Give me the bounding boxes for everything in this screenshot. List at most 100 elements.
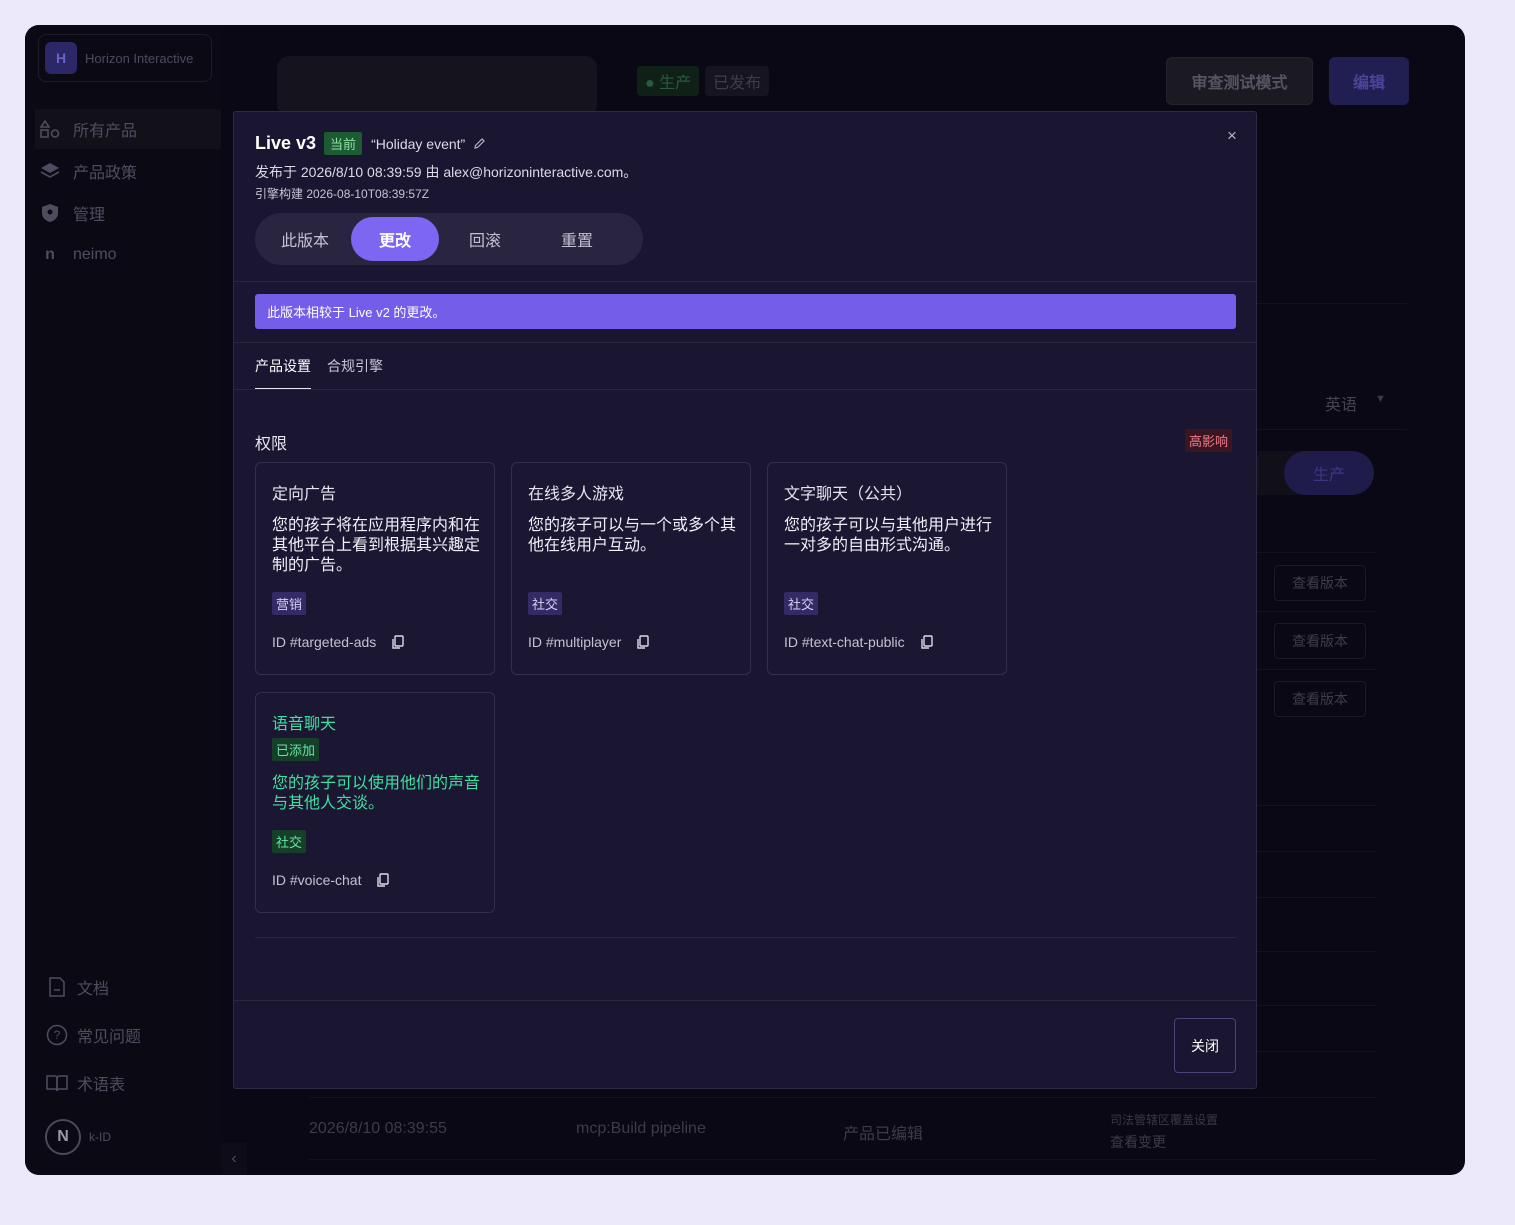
modal-footer: 关闭 bbox=[234, 1000, 1256, 1088]
history-row-actor: mcp:Build pipeline bbox=[576, 1120, 706, 1137]
n-icon: n bbox=[45, 246, 55, 263]
layers-icon bbox=[39, 160, 61, 182]
sidebar-faq-label: 常见问题 bbox=[77, 1029, 142, 1046]
permission-title: 文字聊天（公共） bbox=[784, 486, 913, 503]
chevron-down-icon: ▼ bbox=[1375, 393, 1386, 405]
copy-icon[interactable] bbox=[377, 873, 391, 887]
permission-description: 您的孩子将在应用程序内和在其他平台上看到根据其兴趣定制的广告。 bbox=[272, 517, 481, 574]
product-status-badges: ● 生产 已发布 bbox=[637, 66, 770, 96]
sidebar-item-neimo[interactable]: n neimo bbox=[35, 235, 221, 275]
collapse-sidebar-button[interactable]: ‹ bbox=[221, 1143, 247, 1175]
view-version-button[interactable]: 查看版本 bbox=[1274, 565, 1366, 601]
divider bbox=[1257, 303, 1407, 304]
permission-id-text: ID #multiplayer bbox=[528, 634, 622, 650]
view-changes-link[interactable]: 查看变更 bbox=[1110, 1131, 1218, 1153]
category-tag: 社交 bbox=[528, 592, 563, 615]
tab-reset[interactable]: 重置 bbox=[531, 217, 623, 261]
tab-changes[interactable]: 更改 bbox=[351, 217, 439, 261]
permission-id-text: ID #voice-chat bbox=[272, 872, 362, 888]
pencil-icon[interactable] bbox=[473, 137, 487, 151]
divider bbox=[234, 342, 1256, 343]
close-button[interactable]: 关闭 bbox=[1174, 1018, 1236, 1073]
org-name: Horizon Interactive bbox=[85, 50, 194, 66]
modal-header: Live v3 当前 “Holiday event” × 发布于 2026/8/… bbox=[234, 112, 1256, 282]
org-switcher[interactable]: H Horizon Interactive bbox=[38, 34, 212, 82]
divider bbox=[1257, 611, 1377, 612]
chevron-left-icon: ‹ bbox=[231, 1150, 237, 1167]
section-title-permissions: 权限 bbox=[255, 436, 288, 453]
permission-card-multiplayer: 在线多人游戏 您的孩子可以与一个或多个其他在线用户互动。 社交 ID #mult… bbox=[511, 462, 751, 675]
permission-card-targeted-ads: 定向广告 您的孩子将在应用程序内和在其他平台上看到根据其兴趣定制的广告。 营销 … bbox=[255, 462, 495, 675]
sidebar-item-label: 产品政策 bbox=[73, 165, 138, 182]
shield-icon bbox=[39, 202, 61, 224]
permission-id: ID #targeted-ads bbox=[272, 634, 406, 650]
copy-icon[interactable] bbox=[637, 635, 651, 649]
brand-label: k-ID bbox=[89, 1130, 111, 1144]
divider bbox=[255, 937, 1236, 938]
permission-title: 定向广告 bbox=[272, 486, 337, 503]
tab-this-version[interactable]: 此版本 bbox=[259, 217, 351, 261]
sidebar: H Horizon Interactive 所有产品 产品政策 管理 n nei… bbox=[25, 25, 221, 1175]
version-details-modal: Live v3 当前 “Holiday event” × 发布于 2026/8/… bbox=[233, 111, 1257, 1089]
permission-id: ID #voice-chat bbox=[272, 872, 391, 888]
sidebar-item-label: 管理 bbox=[73, 207, 106, 224]
close-icon[interactable]: × bbox=[1224, 126, 1240, 145]
sidebar-glossary-label: 术语表 bbox=[77, 1077, 126, 1094]
document-icon bbox=[45, 975, 69, 999]
edit-button[interactable]: 编辑 bbox=[1329, 57, 1409, 105]
svg-text:?: ? bbox=[54, 1028, 61, 1042]
tab-rollback[interactable]: 回滚 bbox=[439, 217, 531, 261]
help-icon: ? bbox=[45, 1023, 69, 1047]
view-version-button[interactable]: 查看版本 bbox=[1274, 623, 1366, 659]
sidebar-docs[interactable]: 文档 bbox=[45, 975, 109, 999]
sidebar-glossary[interactable]: 术语表 bbox=[45, 1071, 125, 1095]
products-icon bbox=[39, 118, 61, 140]
changes-subtabs: 产品设置 合规引擎 bbox=[255, 356, 383, 390]
tab-compliance-engine[interactable]: 合规引擎 bbox=[327, 356, 383, 390]
version-name: “Holiday event” bbox=[371, 135, 466, 152]
org-logo: H bbox=[45, 42, 77, 74]
permission-card-text-chat-public: 文字聊天（公共） 您的孩子可以与其他用户进行一对多的自由形式沟通。 社交 ID … bbox=[767, 462, 1007, 675]
current-badge: 当前 bbox=[324, 132, 363, 155]
category-tag: 营销 bbox=[272, 592, 307, 615]
permission-description: 您的孩子可以使用他们的声音与其他人交谈。 bbox=[272, 775, 481, 812]
divider bbox=[1257, 429, 1407, 430]
divider bbox=[309, 1097, 1377, 1098]
added-badge: 已添加 bbox=[272, 738, 320, 761]
permission-description: 您的孩子可以与其他用户进行一对多的自由形式沟通。 bbox=[784, 517, 993, 554]
divider bbox=[1257, 1005, 1377, 1006]
engine-build: 引擎构建 2026-08-10T08:39:57Z bbox=[255, 187, 430, 201]
sidebar-faq[interactable]: ? 常见问题 bbox=[45, 1023, 141, 1047]
permission-id-text: ID #targeted-ads bbox=[272, 634, 377, 650]
divider bbox=[1257, 1051, 1377, 1052]
status-badge-production: ● 生产 bbox=[637, 66, 700, 96]
permission-card-voice-chat: 语音聊天 已添加 您的孩子可以使用他们的声音与其他人交谈。 社交 ID #voi… bbox=[255, 692, 495, 913]
language-select[interactable]: 英语 bbox=[1325, 391, 1357, 415]
divider bbox=[1257, 669, 1377, 670]
history-row-event: 产品已编辑 bbox=[843, 1126, 924, 1143]
sidebar-item-all-products[interactable]: 所有产品 bbox=[35, 109, 221, 149]
environment-pill-production[interactable]: 生产 bbox=[1284, 451, 1374, 495]
category-tag: 社交 bbox=[272, 830, 307, 853]
permission-id: ID #multiplayer bbox=[528, 634, 651, 650]
tab-product-settings[interactable]: 产品设置 bbox=[255, 356, 311, 390]
view-version-button[interactable]: 查看版本 bbox=[1274, 681, 1366, 717]
sidebar-item-admin[interactable]: 管理 bbox=[35, 193, 221, 233]
sidebar-item-product-policy[interactable]: 产品政策 bbox=[35, 151, 221, 191]
permission-title: 语音聊天 bbox=[272, 716, 337, 733]
permission-id: ID #text-chat-public bbox=[784, 634, 935, 650]
divider bbox=[1257, 951, 1377, 952]
history-row-time: 2026/8/10 08:39:55 bbox=[309, 1120, 447, 1137]
divider bbox=[1257, 552, 1377, 553]
permission-description: 您的孩子可以与一个或多个其他在线用户互动。 bbox=[528, 517, 737, 554]
divider bbox=[1257, 897, 1377, 898]
version-label: Live v3 bbox=[255, 133, 317, 153]
status-badge-published: 已发布 bbox=[705, 66, 770, 96]
copy-icon[interactable] bbox=[392, 635, 406, 649]
review-test-mode-button[interactable]: 审查测试模式 bbox=[1166, 57, 1313, 105]
divider bbox=[309, 1159, 1377, 1160]
divider bbox=[1257, 851, 1377, 852]
permission-title: 在线多人游戏 bbox=[528, 486, 625, 503]
copy-icon[interactable] bbox=[920, 635, 935, 649]
history-row-detail: 司法管辖区覆盖设置 查看变更 bbox=[1110, 1109, 1218, 1153]
